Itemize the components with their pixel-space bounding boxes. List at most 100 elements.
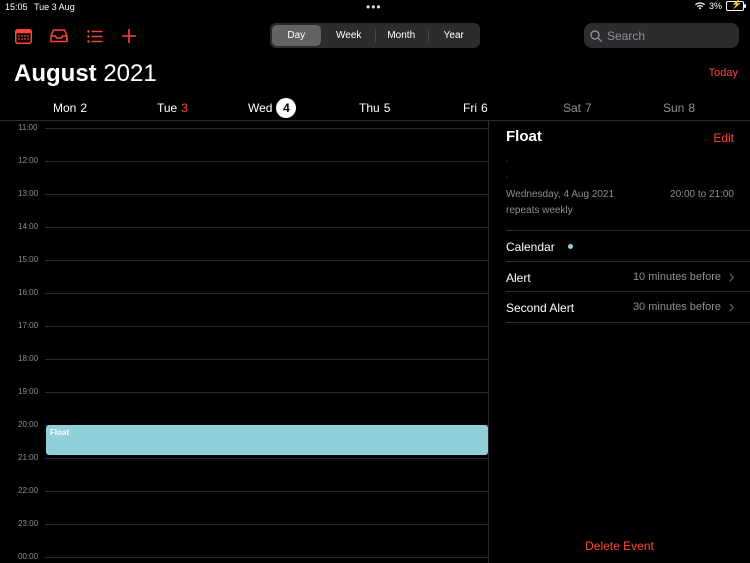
detail-time: 20:00 to 21:00 [670, 189, 734, 200]
day-number: 7 [585, 101, 592, 115]
day-name: Fri [463, 101, 477, 115]
hour-line [45, 260, 488, 261]
hour-line [45, 293, 488, 294]
day-sat[interactable]: Sat 7 [563, 99, 592, 117]
delete-event-button[interactable]: Delete Event [489, 539, 750, 553]
title-year: 2021 [103, 60, 157, 87]
hour-label: 21:00 [18, 453, 39, 462]
search-icon [590, 29, 602, 42]
hour-line [45, 326, 488, 327]
hour-label: 14:00 [18, 222, 39, 231]
status-date: Tue 3 Aug [34, 2, 75, 12]
hour-row: 13:00 [0, 189, 488, 198]
second-alert-value: 30 minutes before [632, 301, 721, 313]
multitasking-dots-icon[interactable]: ••• [366, 0, 382, 14]
hour-line [45, 194, 488, 195]
edit-button[interactable]: Edit [713, 131, 734, 145]
day-tue[interactable]: Tue 3 [157, 99, 188, 117]
hour-line [45, 557, 488, 558]
hour-label: 13:00 [18, 189, 39, 198]
day-name: Sun [663, 101, 685, 115]
hour-label: 12:00 [18, 156, 39, 165]
chevron-right-icon [729, 272, 734, 282]
page-title: August 2021 [14, 60, 157, 88]
calendars-icon[interactable] [14, 27, 32, 45]
hour-line [45, 161, 488, 162]
day-number: 8 [688, 101, 696, 115]
alert-value: 10 minutes before [632, 271, 721, 283]
today-button[interactable]: Today [709, 67, 738, 79]
day-thu[interactable]: Thu 5 [359, 99, 390, 117]
alert-value-wrap: 10 minutes before [633, 271, 734, 283]
day-timeline[interactable]: 11:00 12:00 13:00 14:00 15:00 16:00 17:00 18:00… [0, 121, 488, 563]
detail-note: . [506, 173, 508, 179]
day-sun[interactable]: Sun 8 [663, 99, 695, 117]
hour-line [45, 458, 488, 459]
event-title: Float [50, 428, 70, 437]
search-placeholder: Search [607, 28, 646, 43]
hour-line [45, 524, 488, 525]
segment-year[interactable]: Year [427, 25, 479, 46]
day-mon[interactable]: Mon 2 [53, 99, 87, 117]
event-block[interactable]: Float [46, 425, 488, 455]
hour-label: 23:00 [18, 519, 39, 528]
day-name: Sat [563, 101, 582, 115]
hour-row: 11:00 [0, 123, 488, 132]
hour-line [45, 128, 488, 129]
divider [506, 322, 750, 323]
day-number: 5 [383, 101, 391, 115]
day-fri[interactable]: Fri 6 [463, 99, 488, 117]
hour-line [45, 359, 488, 360]
add-icon[interactable] [120, 27, 138, 45]
calendar-color-dot [568, 244, 573, 249]
chevron-right-icon [729, 302, 734, 312]
status-time: 15:05 [5, 2, 28, 12]
wifi-icon [694, 2, 705, 10]
hour-label: 16:00 [18, 288, 39, 297]
battery-icon: ⚡ [726, 0, 746, 11]
hour-label: 00:00 [18, 552, 39, 561]
hour-row: 22:00 [0, 486, 488, 495]
day-name: Wed [248, 101, 273, 115]
hour-line [45, 491, 488, 492]
hour-label: 20:00 [18, 420, 39, 429]
hour-label: 17:00 [18, 321, 39, 330]
status-bar: 15:05 Tue 3 Aug ••• 3% ⚡ [0, 0, 750, 14]
event-detail-panel: Float Edit . . Wednesday, 4 Aug 2021 20:… [489, 121, 750, 563]
hour-label: 22:00 [18, 486, 39, 495]
segment-month[interactable]: Month [375, 25, 426, 46]
hour-label: 18:00 [18, 354, 39, 363]
day-number: 6 [481, 101, 488, 115]
hour-label: 15:00 [18, 255, 39, 264]
view-segmented-control: Day Week Month Year [270, 23, 480, 48]
day-number-today: 3 [181, 101, 188, 115]
hour-row: 17:00 [0, 321, 488, 330]
inbox-icon[interactable] [50, 27, 68, 45]
day-name: Thu [359, 101, 380, 115]
status-right: 3% ⚡ [694, 0, 746, 11]
detail-repeat: repeats weekly [506, 205, 573, 216]
day-number: 2 [80, 101, 88, 115]
segment-day[interactable]: Day [272, 25, 321, 46]
battery-percent: 3% [708, 1, 722, 11]
hour-line [45, 392, 488, 393]
segment-week[interactable]: Week [325, 25, 374, 46]
hour-row: 14:00 [0, 222, 488, 231]
second-alert-label: Second Alert [506, 301, 575, 315]
detail-title: Float [506, 128, 542, 145]
hour-row: 19:00 [0, 387, 488, 396]
hour-row: 00:00 [0, 552, 488, 561]
hour-label: 11:00 [18, 123, 38, 132]
hour-row: 21:00 [0, 453, 488, 462]
hour-row: 16:00 [0, 288, 488, 297]
second-alert-value-wrap: 30 minutes before [633, 301, 734, 313]
day-wed[interactable]: Wed 4 [248, 97, 297, 119]
hour-line [45, 227, 488, 228]
alert-label: Alert [506, 271, 531, 285]
hour-row: 18:00 [0, 354, 488, 363]
search-field[interactable]: Search [584, 23, 739, 48]
day-name: Mon [53, 101, 77, 115]
hour-row: 23:00 [0, 519, 488, 528]
list-icon[interactable] [86, 27, 104, 45]
hour-label: 19:00 [18, 387, 39, 396]
